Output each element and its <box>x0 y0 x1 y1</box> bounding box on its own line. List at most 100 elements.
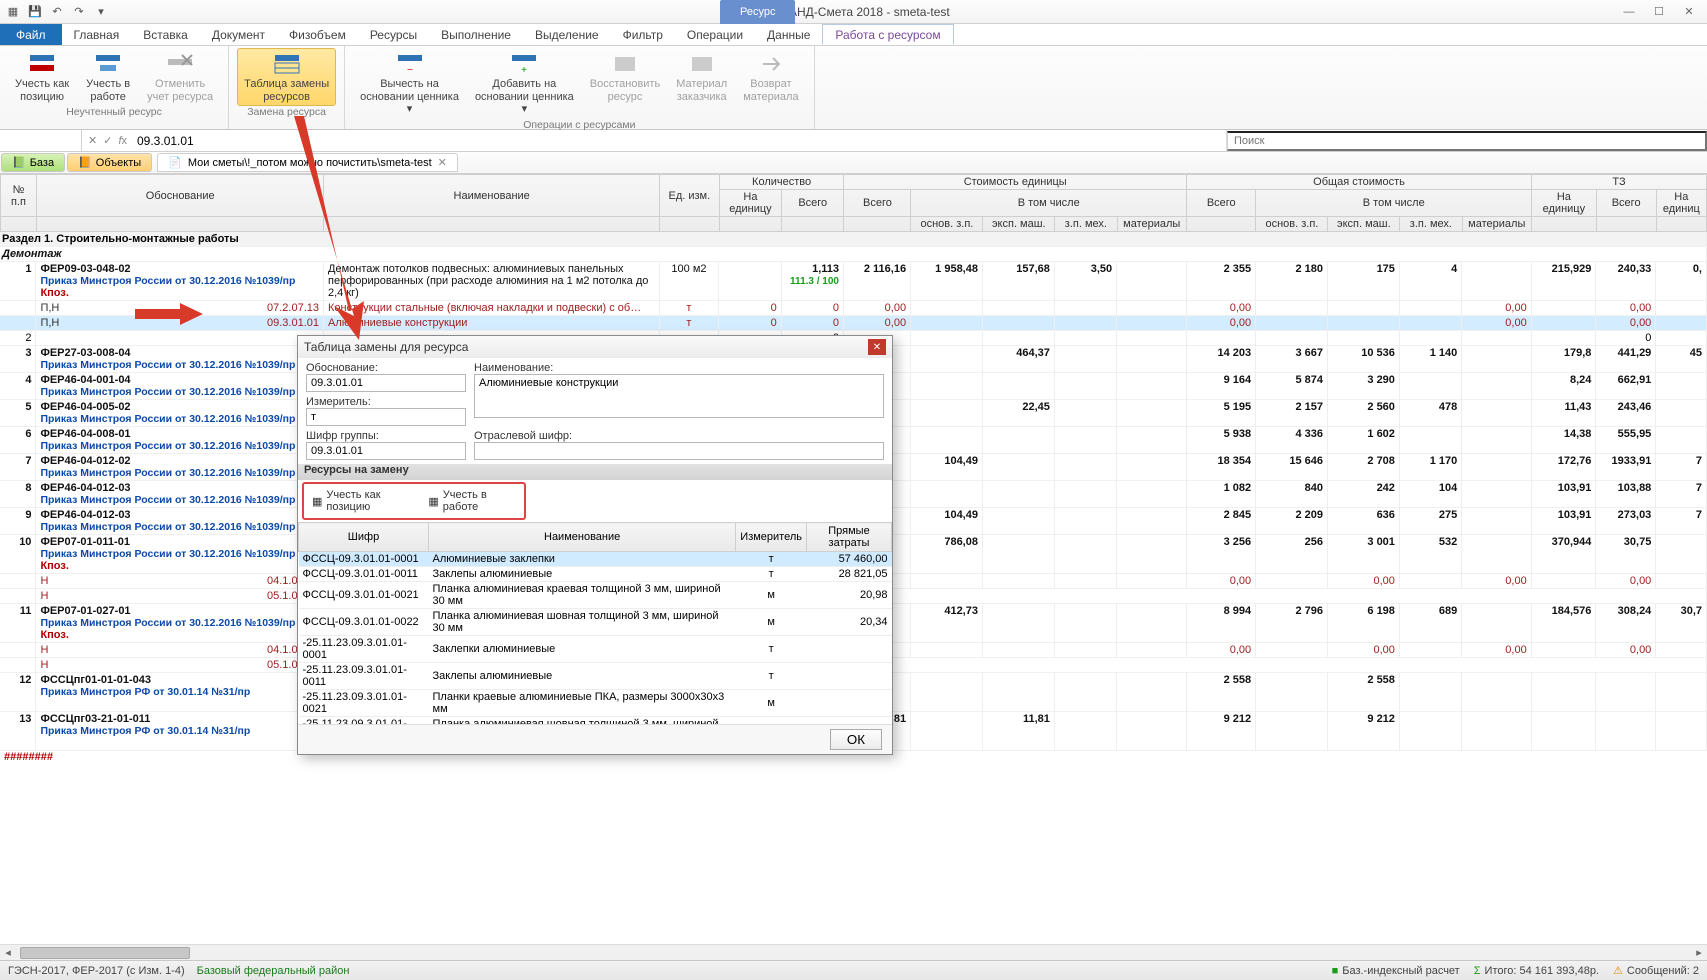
dlg-btn-count-in-work[interactable]: ▦ Учесть в работе <box>424 488 520 514</box>
qat-save-icon[interactable]: 💾 <box>26 3 44 21</box>
table-row[interactable]: П,Н07.2.07.13 Конструкции стальные (вклю… <box>0 301 1707 316</box>
scroll-left-icon[interactable]: ◂ <box>0 946 16 959</box>
label: Возврат материала <box>743 78 798 103</box>
label: Отраслевой шифр: <box>474 430 572 442</box>
qat-redo-icon[interactable]: ↷ <box>70 3 88 21</box>
izm-input[interactable] <box>306 408 466 426</box>
close-icon[interactable]: ✕ <box>1675 2 1703 22</box>
label: Учесть в работе <box>86 78 130 103</box>
list-item[interactable]: -25.11.23.09.3.01.01-0021Планки краевые … <box>299 690 892 717</box>
label: Вычесть на основании ценника <box>360 78 459 103</box>
btn-cancel-resource[interactable]: Отменить учет ресурса <box>140 48 220 106</box>
status-messages[interactable]: ⚠Сообщений: 2 <box>1613 964 1699 977</box>
tab-document[interactable]: Документ <box>200 24 277 45</box>
list-item[interactable]: ФССЦ-09.3.01.01-0011Заклепы алюминиевыет… <box>299 567 892 582</box>
replacement-dialog: Таблица замены для ресурса ✕ Обоснование… <box>297 335 893 755</box>
qat-undo-icon[interactable]: ↶ <box>48 3 66 21</box>
dialog-grid[interactable]: ШифрНаименованиеИзмерительПрямые затраты… <box>298 522 892 724</box>
status-calc-mode[interactable]: ■Баз.-индексный расчет <box>1332 965 1460 977</box>
cancel-icon[interactable]: ✕ <box>88 134 97 147</box>
label: Обоснование: <box>306 362 378 374</box>
ribbon: Учесть как позицию Учесть в работе Отмен… <box>0 46 1707 130</box>
dialog-title-bar[interactable]: Таблица замены для ресурса ✕ <box>298 336 892 358</box>
status-region: Базовый федеральный район <box>197 965 350 977</box>
group-input[interactable] <box>306 442 466 460</box>
scroll-right-icon[interactable]: ▸ <box>1691 946 1707 959</box>
btn-objects[interactable]: 📙 Объекты <box>67 153 152 172</box>
tab-selection[interactable]: Выделение <box>523 24 611 45</box>
ribbon-tabs: Файл Главная Вставка Документ Физобъем Р… <box>0 24 1707 46</box>
maximize-icon[interactable]: ☐ <box>1645 2 1673 22</box>
tab-file[interactable]: Файл <box>0 24 62 45</box>
btn-count-in-work[interactable]: Учесть в работе <box>78 48 138 106</box>
table-row[interactable]: 1 ФЕР09-03-048-02Приказ Минстроя России … <box>0 262 1707 301</box>
tab-execution[interactable]: Выполнение <box>429 24 523 45</box>
dlg-btn-count-as-position[interactable]: ▦ Учесть как позицию <box>308 488 420 514</box>
group-label: Неучтенный ресурс <box>66 106 162 120</box>
label: Шифр группы: <box>306 430 379 442</box>
dialog-close-icon[interactable]: ✕ <box>868 339 886 355</box>
industry-input[interactable] <box>474 442 884 460</box>
list-item[interactable]: ФССЦ-09.3.01.01-0001Алюминиевые заклепки… <box>299 552 892 567</box>
search-input[interactable] <box>1227 131 1707 151</box>
obos-input[interactable] <box>306 374 466 392</box>
status-bar: ГЭСН-2017, ФЕР-2017 (с Изм. 1-4) Базовый… <box>0 960 1707 980</box>
contextual-tab-resource[interactable]: Ресурс <box>720 0 795 24</box>
window-title: ГРАНД-Смета 2018 - smeta-test <box>110 5 1615 19</box>
tab-work-with-resource[interactable]: Работа с ресурсом <box>822 24 953 45</box>
table-row-selected[interactable]: П,Н09.3.01.01 Алюминиевые конструкциит 0… <box>0 316 1707 331</box>
label: Наименование: <box>474 362 884 374</box>
label: Материал заказчика <box>676 78 727 103</box>
btn-customer-material[interactable]: Материал заказчика <box>669 48 734 119</box>
title-bar: ▦ 💾 ↶ ↷ ▾ ГРАНД-Смета 2018 - smeta-test … <box>0 0 1707 24</box>
grid-header: № п.п Обоснование Наименование Ед. изм. … <box>0 174 1707 232</box>
qat-dropdown-icon[interactable]: ▾ <box>92 3 110 21</box>
btn-return-material[interactable]: Возврат материала <box>736 48 805 119</box>
tab-fizobem[interactable]: Физобъем <box>277 24 358 45</box>
subsection-row[interactable]: Демонтаж <box>0 247 1707 262</box>
list-item[interactable]: ФССЦ-09.3.01.01-0022Планка алюминиевая ш… <box>299 609 892 636</box>
list-item[interactable]: -25.11.23.09.3.01.01-0022Планка алюминие… <box>299 717 892 725</box>
label: Измеритель: <box>306 396 371 408</box>
dialog-title: Таблица замены для ресурса <box>304 340 468 354</box>
status-total[interactable]: ΣИтого: 54 161 393,48р. <box>1474 965 1599 977</box>
tab-data[interactable]: Данные <box>755 24 822 45</box>
tab-close-icon[interactable]: ✕ <box>438 156 447 169</box>
btn-add-price[interactable]: +Добавить на основании ценника ▾ <box>468 48 581 119</box>
svg-text:−: − <box>407 65 413 76</box>
formula-input[interactable] <box>133 132 1226 150</box>
label: Добавить на основании ценника <box>475 78 574 103</box>
name-input[interactable] <box>474 374 884 418</box>
app-icon[interactable]: ▦ <box>4 3 22 21</box>
scrollbar-thumb[interactable] <box>20 947 190 959</box>
document-tab[interactable]: 📄 Мои сметы\!_потом можно почистить\smet… <box>157 153 458 172</box>
group-label: Замена ресурса <box>247 106 326 120</box>
section-row[interactable]: Раздел 1. Строительно-монтажные работы <box>0 232 1707 247</box>
tab-operations[interactable]: Операции <box>675 24 755 45</box>
nav-bar: 📗 База 📙 Объекты 📄 Мои сметы\!_потом мож… <box>0 152 1707 174</box>
dialog-toolbar: ▦ Учесть как позицию ▦ Учесть в работе <box>302 482 526 520</box>
btn-count-as-position[interactable]: Учесть как позицию <box>8 48 76 106</box>
list-item[interactable]: -25.11.23.09.3.01.01-0001Заклепки алюмин… <box>299 636 892 663</box>
tab-filter[interactable]: Фильтр <box>611 24 675 45</box>
tab-home[interactable]: Главная <box>62 24 132 45</box>
group-label: Операции с ресурсами <box>523 119 635 131</box>
label: Учесть как позицию <box>15 78 69 103</box>
fx-icon[interactable]: fx <box>118 135 127 147</box>
svg-text:+: + <box>521 65 527 76</box>
accept-icon[interactable]: ✓ <box>103 134 112 147</box>
tab-insert[interactable]: Вставка <box>131 24 200 45</box>
btn-restore-resource[interactable]: Восстановить ресурс <box>583 48 667 119</box>
label: Таблица замены ресурсов <box>244 78 329 103</box>
btn-base[interactable]: 📗 База <box>1 153 65 172</box>
dialog-section: Ресурсы на замену <box>298 464 892 480</box>
list-item[interactable]: ФССЦ-09.3.01.01-0021Планка алюминиевая к… <box>299 582 892 609</box>
label: Восстановить ресурс <box>590 78 660 103</box>
ok-button[interactable]: ОК <box>830 729 882 750</box>
list-item[interactable]: -25.11.23.09.3.01.01-0011Заклепы алюмини… <box>299 663 892 690</box>
btn-subtract-price[interactable]: −Вычесть на основании ценника ▾ <box>353 48 466 119</box>
tab-resources[interactable]: Ресурсы <box>358 24 429 45</box>
horizontal-scrollbar[interactable]: ◂ ▸ <box>0 944 1707 960</box>
minimize-icon[interactable]: — <box>1615 2 1643 22</box>
btn-replacement-table[interactable]: Таблица замены ресурсов <box>237 48 336 106</box>
